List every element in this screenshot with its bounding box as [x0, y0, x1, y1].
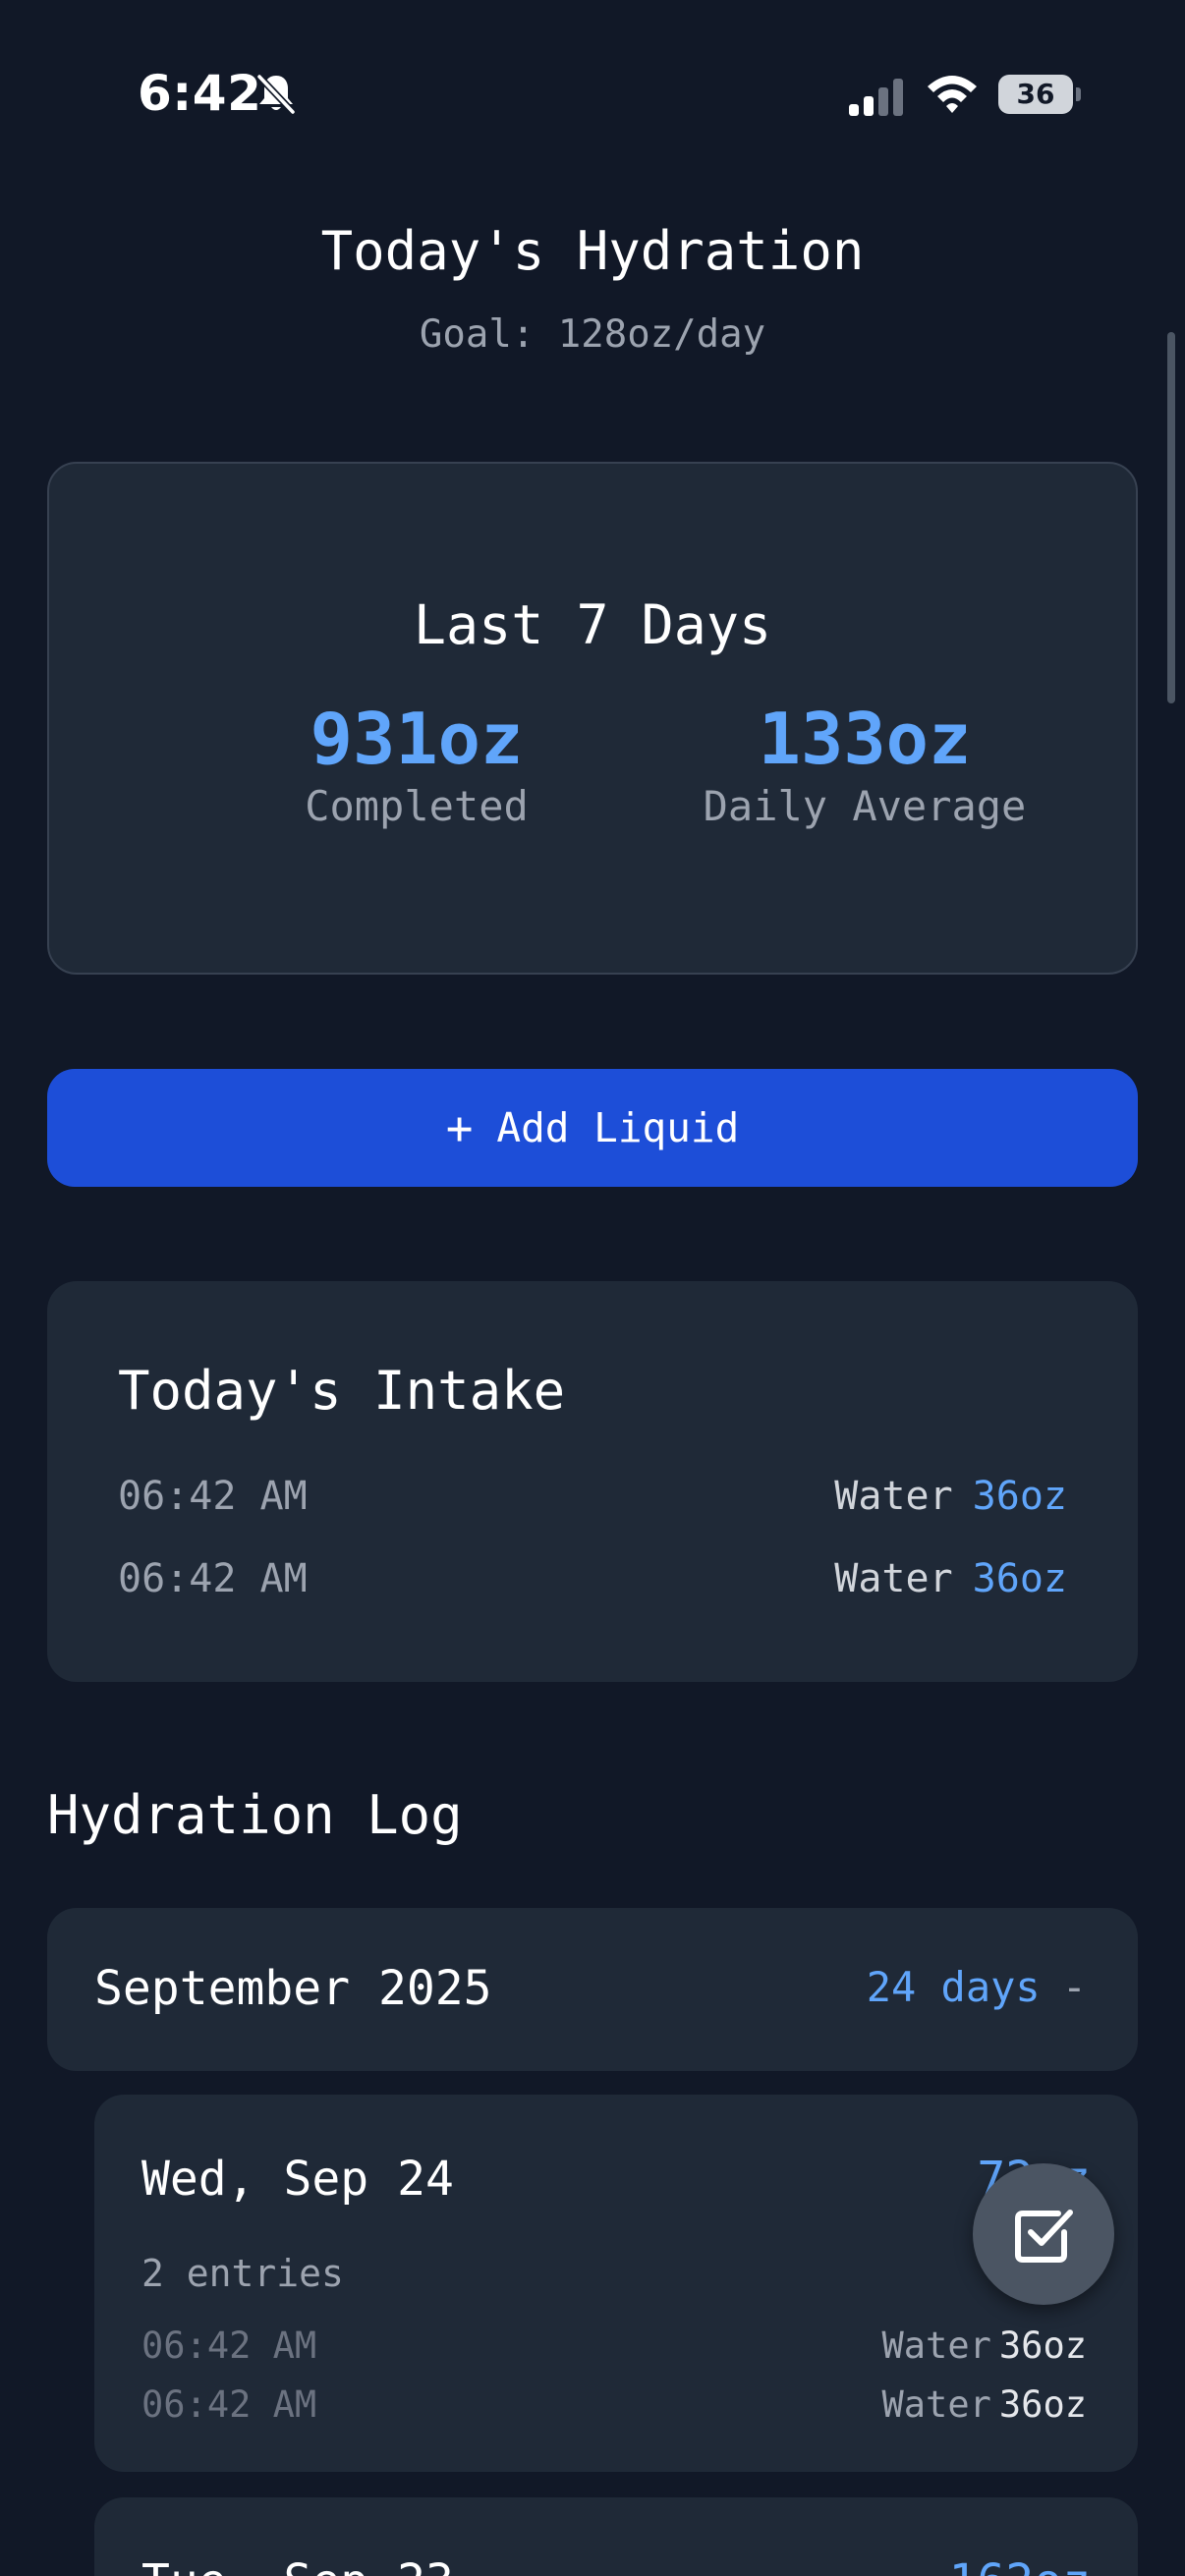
day-entry-count: 2 entries [141, 2252, 344, 2295]
bell-slash-icon [256, 74, 296, 115]
day-entry-time: 06:42 AM [141, 2324, 317, 2367]
month-label: September 2025 [94, 1961, 492, 2016]
status-bar: 6:42 36 [0, 0, 1185, 187]
stat-completed: 931oz Completed [210, 698, 623, 830]
hydration-log-title: Hydration Log [47, 1784, 463, 1846]
intake-entry[interactable]: 06:42 AM Water 36oz [118, 1556, 1067, 1615]
floating-action-button[interactable] [973, 2163, 1114, 2305]
day-card[interactable]: Tue, Sep 23 162oz [94, 2497, 1138, 2576]
intake-entry-time: 06:42 AM [118, 1474, 308, 1519]
todays-intake-card: Today's Intake 06:42 AM Water 36oz 06:42 … [47, 1281, 1138, 1682]
stat-average-label: Daily Average [703, 782, 1027, 830]
intake-entry-kind: Water [834, 1474, 953, 1519]
add-liquid-label: Add Liquid [496, 1104, 740, 1151]
day-entry: 06:42 AM Water 36oz [141, 2383, 1087, 2433]
scrollbar[interactable] [1167, 332, 1175, 703]
stat-average: 133oz Daily Average [658, 698, 1071, 830]
stats-title: Last 7 Days [413, 593, 772, 656]
stat-completed-value: 931oz [310, 698, 524, 780]
battery-level: 36 [998, 75, 1073, 114]
day-entry-kind: Water [881, 2324, 991, 2367]
battery-cap [1076, 87, 1081, 101]
plus-icon: + [445, 1101, 474, 1154]
intake-entry-amount: 36oz [972, 1474, 1067, 1519]
stat-completed-label: Completed [305, 782, 529, 830]
checkbox-icon [1015, 2210, 1073, 2263]
day-entry-time: 06:42 AM [141, 2383, 317, 2426]
intake-title: Today's Intake [118, 1360, 566, 1422]
intake-entry-time: 06:42 AM [118, 1556, 308, 1601]
cellular-signal-icon [849, 79, 903, 116]
day-date: Tue, Sep 23 [141, 2554, 454, 2576]
page-subtitle: Goal: 128oz/day [419, 312, 766, 357]
wifi-icon [928, 76, 977, 113]
day-entry-amount: 36oz [998, 2383, 1087, 2426]
stat-average-value: 133oz [758, 698, 972, 780]
intake-entry[interactable]: 06:42 AM Water 36oz [118, 1474, 1067, 1533]
battery-icon: 36 [998, 75, 1081, 114]
day-card[interactable]: Wed, Sep 24 72oz 2 entries 06:42 AM Wate… [94, 2095, 1138, 2472]
month-group-header[interactable]: September 2025 24 days - [47, 1908, 1138, 2071]
intake-entry-amount: 36oz [972, 1556, 1067, 1601]
stats-card: Last 7 Days 931oz Completed 133oz Daily … [47, 462, 1138, 975]
day-entry-kind: Water [881, 2383, 991, 2426]
status-time: 6:42 [138, 65, 262, 122]
day-entry: 06:42 AM Water 36oz [141, 2324, 1087, 2374]
day-entry-amount: 36oz [998, 2324, 1087, 2367]
day-total: 162oz [949, 2554, 1092, 2576]
day-date: Wed, Sep 24 [141, 2152, 454, 2207]
intake-entry-kind: Water [834, 1556, 953, 1601]
collapse-indicator-icon[interactable]: - [1062, 1963, 1087, 2011]
add-liquid-button[interactable]: + Add Liquid [47, 1069, 1138, 1187]
screen: 6:42 36 Today's Hydration Goal: 128oz/da… [0, 0, 1185, 2576]
page-title: Today's Hydration [320, 220, 865, 282]
month-day-count: 24 days [866, 1963, 1041, 2011]
